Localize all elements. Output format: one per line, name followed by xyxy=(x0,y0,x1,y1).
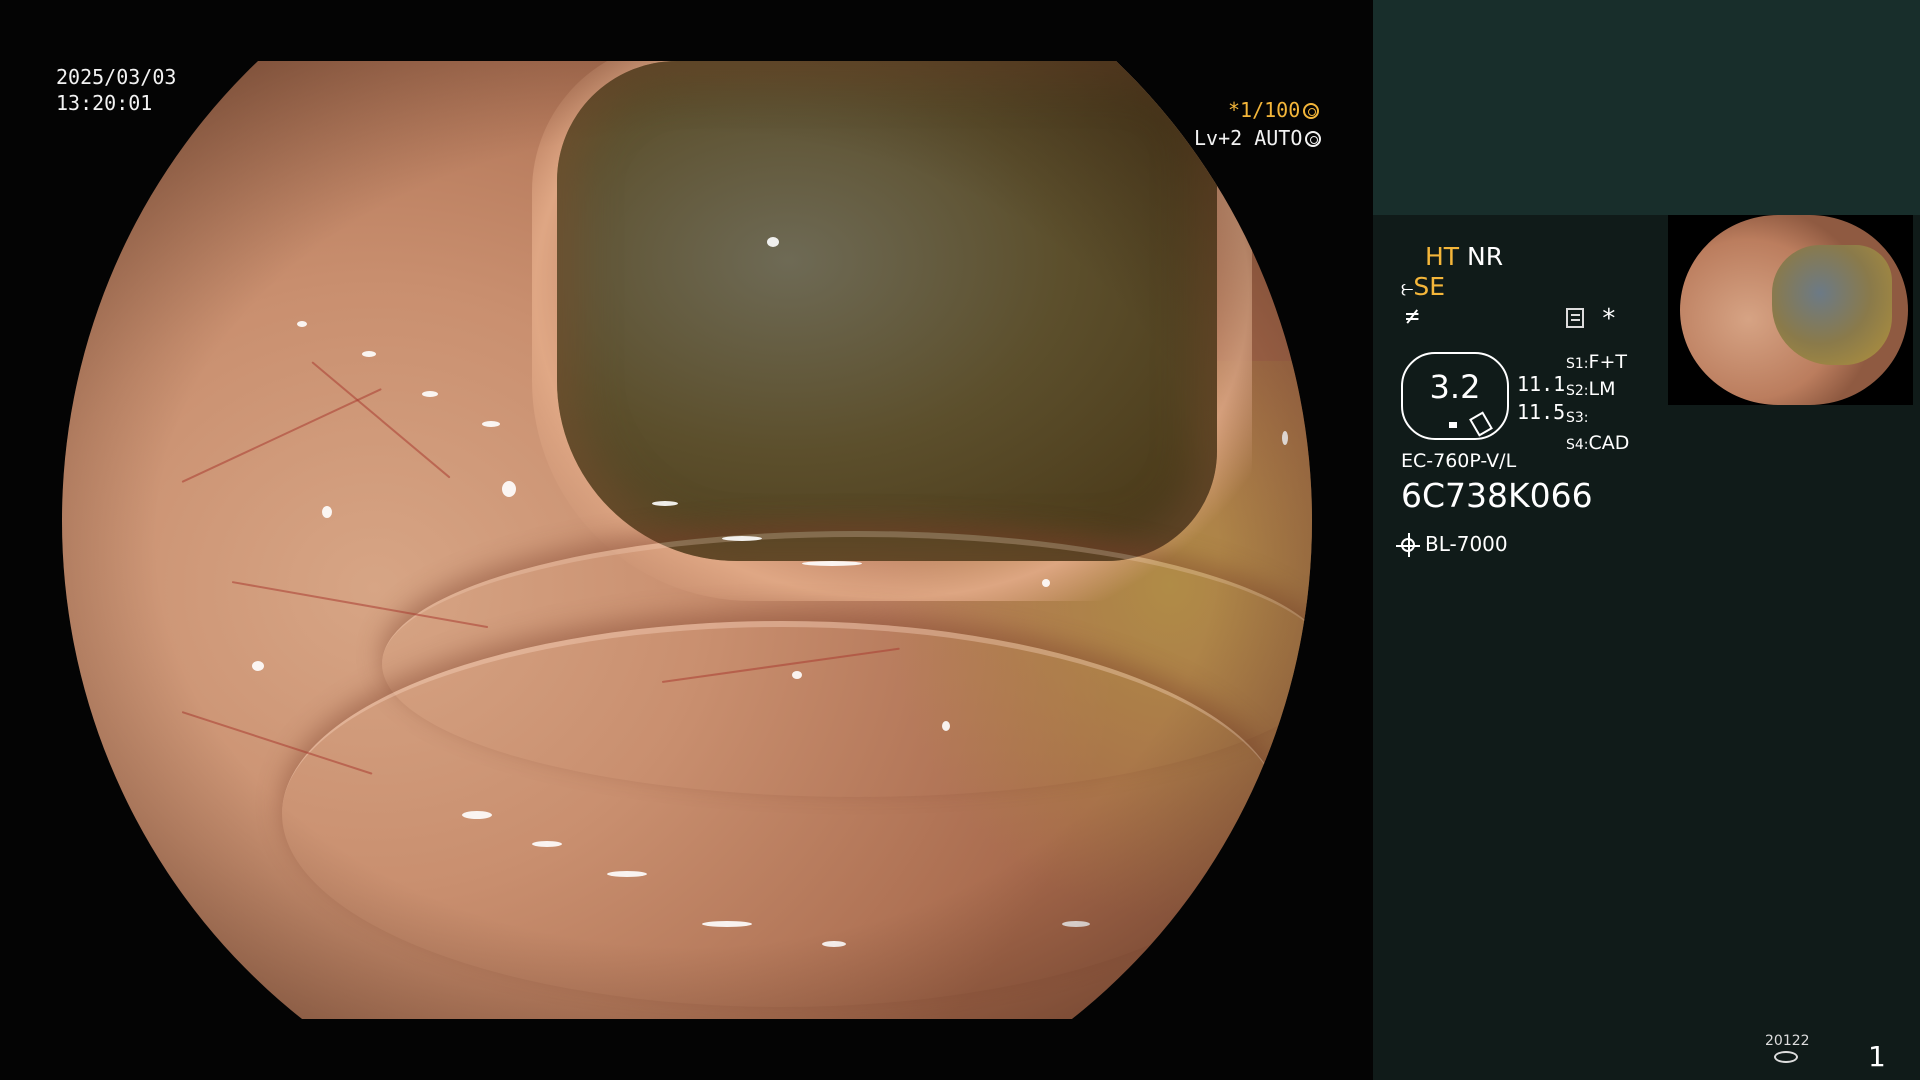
light-reflection xyxy=(362,351,376,357)
light-reflection xyxy=(252,661,264,671)
light-reflection xyxy=(297,321,307,327)
endoscope-video-area: 2025/03/03 13:20:01 *1/100 Lv+2 AUTO xyxy=(0,0,1373,1080)
light-reflection xyxy=(767,237,779,247)
light-reflection xyxy=(462,811,492,819)
light-reflection xyxy=(322,506,332,518)
time-text: 13:20:01 xyxy=(56,91,153,115)
mode-text: AUTO xyxy=(1254,126,1303,150)
structure-icon: ⥼ xyxy=(1401,276,1414,301)
camera-icon xyxy=(1469,411,1493,437)
switch-item: S1:F+T xyxy=(1566,351,1627,373)
disk-icon xyxy=(1774,1051,1798,1063)
scope-badge: 3.2 xyxy=(1401,352,1509,440)
filter-icon: ≠ xyxy=(1405,302,1420,330)
blood-vessel xyxy=(181,388,382,483)
light-reflection xyxy=(1062,921,1090,927)
light-reflection xyxy=(792,671,802,679)
shutter-text: *1/100 xyxy=(1228,98,1301,122)
datetime-readout: 2025/03/03 13:20:01 xyxy=(56,64,176,116)
level-text: Lv+2 xyxy=(1194,126,1243,150)
scope-number-2: 11.5 xyxy=(1517,400,1566,424)
switch-item: S2:LM xyxy=(1566,378,1616,400)
light-reflection xyxy=(942,721,950,731)
scope-number-1: 11.1 xyxy=(1517,372,1566,396)
scope-model: EC-760P-V/L xyxy=(1401,450,1517,472)
settings-list-icon xyxy=(1566,308,1584,328)
light-source-text: BL-7000 xyxy=(1425,532,1508,556)
light-source-row: BL-7000 xyxy=(1396,532,1508,557)
auto-iris-icon xyxy=(1305,131,1322,147)
endoscopic-image xyxy=(62,61,1312,1019)
blood-vessel xyxy=(311,361,451,479)
scope-indicator-icon xyxy=(1449,422,1457,428)
light-reflection xyxy=(532,841,562,847)
f-row: ≠ xyxy=(1405,302,1419,330)
scope-value: 3.2 xyxy=(1429,368,1481,406)
ht-label: HT xyxy=(1425,242,1460,271)
panel-header xyxy=(1373,0,1920,215)
light-reflection xyxy=(502,481,516,497)
record-counter: 20122 xyxy=(1765,1033,1810,1049)
enhancement-row: HT NR xyxy=(1425,242,1503,271)
thumbnail-image xyxy=(1680,215,1908,405)
light-reflection xyxy=(802,561,862,566)
light-reflection xyxy=(722,536,762,541)
colon-lumen xyxy=(557,61,1217,561)
info-panel: HT NR ⥼SE ≠ * 3.2 11.1 11.5 S1:F+T S2:LM… xyxy=(1373,0,1920,1080)
se-label: SE xyxy=(1413,272,1446,301)
light-reflection xyxy=(822,941,846,947)
exposure-readout: Lv+2 AUTO xyxy=(1194,126,1322,150)
scope-serial: 6C738K066 xyxy=(1401,476,1593,515)
light-reflection xyxy=(702,921,752,927)
light-source-icon xyxy=(1396,533,1420,557)
light-reflection xyxy=(1042,579,1050,587)
thumbnail-lumen xyxy=(1772,245,1892,365)
date-text: 2025/03/03 xyxy=(56,65,177,89)
light-reflection xyxy=(1282,431,1288,445)
aperture-icon xyxy=(1303,103,1320,119)
light-reflection xyxy=(482,421,500,427)
switch-item: S4:CAD xyxy=(1566,432,1630,454)
se-row: ⥼SE xyxy=(1401,272,1445,301)
light-reflection xyxy=(422,391,438,397)
page-number: 1 xyxy=(1868,1040,1886,1073)
shutter-readout: *1/100 xyxy=(1228,98,1320,122)
asterisk-icon: * xyxy=(1601,304,1617,334)
nr-label: NR xyxy=(1467,242,1504,271)
light-reflection xyxy=(652,501,678,506)
switch-list: S1:F+T S2:LM S3: S4:CAD xyxy=(1566,350,1629,458)
mucosal-fold xyxy=(282,621,1282,1007)
switch-item: S3: xyxy=(1566,410,1589,426)
thumbnail-preview[interactable] xyxy=(1668,215,1913,405)
light-reflection xyxy=(607,871,647,877)
